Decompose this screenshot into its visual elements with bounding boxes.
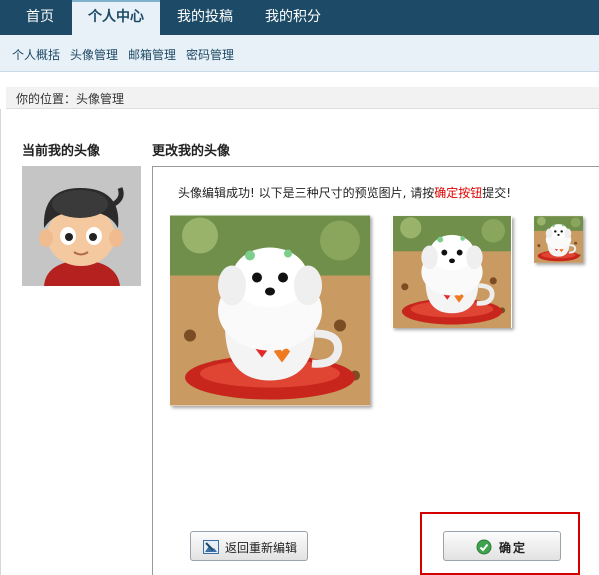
tab-personal-center[interactable]: 个人中心 [72,0,160,35]
preview-medium [392,216,512,328]
current-avatar-heading: 当前我的头像 [22,144,101,159]
confirm-label: 确定 [499,541,528,555]
cartoon-boy-avatar-icon [22,166,141,286]
tab-home[interactable]: 首页 [10,0,70,35]
confirm-button-hint: 确定按钮 [434,186,483,200]
puppy-photo-large [170,215,370,406]
left-border [0,109,1,575]
tab-my-points[interactable]: 我的积分 [253,0,333,35]
puppy-photo-medium [392,216,512,328]
breadcrumb-text: 你的位置：头像管理 [16,92,125,106]
subnav-item-password[interactable]: 密码管理 [186,46,234,63]
success-message-suffix: 提交! [482,186,512,200]
edit-image-icon [203,540,219,554]
check-icon [476,539,492,555]
success-message: 头像编辑成功! 以下是三种尺寸的预览图片, 请按确定按钮提交! [178,184,511,201]
change-avatar-heading: 更改我的头像 [152,144,231,159]
sub-nav: 个人概括 头像管理 邮箱管理 密码管理 [0,35,599,72]
subnav-item-avatar[interactable]: 头像管理 [70,46,118,63]
back-to-edit-button[interactable]: 返回重新编辑 [190,531,308,561]
breadcrumb: 你的位置：头像管理 [6,87,599,109]
subnav-item-email[interactable]: 邮箱管理 [128,46,176,63]
preview-small [534,216,583,263]
tab-my-submissions[interactable]: 我的投稿 [165,0,245,35]
back-to-edit-label: 返回重新编辑 [225,541,298,555]
top-nav: 首页 个人中心 我的投稿 我的积分 [0,0,599,35]
confirm-button[interactable]: 确定 [443,531,561,561]
subnav-item-overview[interactable]: 个人概括 [12,46,60,63]
current-avatar [22,166,141,286]
preview-large [170,215,370,406]
success-message-prefix: 头像编辑成功! 以下是三种尺寸的预览图片, 请按 [178,186,435,200]
puppy-photo-small [534,216,583,263]
